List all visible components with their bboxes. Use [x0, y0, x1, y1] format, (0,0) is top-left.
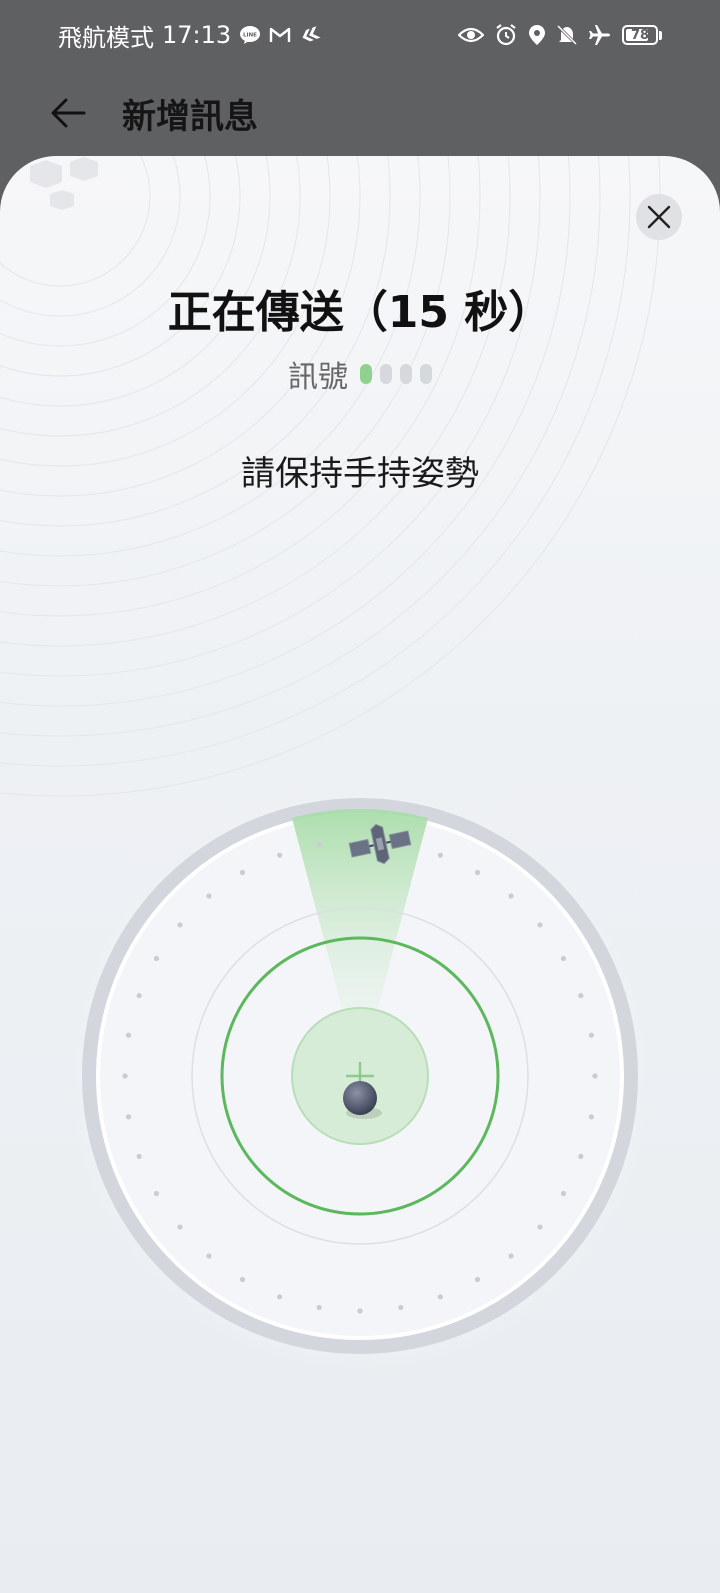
background-pattern — [0, 156, 661, 797]
radar-tick-dot — [578, 993, 584, 999]
back-arrow-icon — [51, 98, 86, 128]
radar-tick-dot — [177, 922, 183, 928]
bell-off-icon — [556, 24, 578, 46]
radar-tick-dot — [560, 1190, 567, 1197]
app-bar: 新增訊息 — [0, 70, 720, 156]
radar-tick-dot — [357, 1308, 363, 1314]
close-button[interactable] — [636, 194, 682, 240]
radar-tick-dot — [537, 922, 543, 928]
radar-tick-dot — [398, 1304, 404, 1311]
radar-tick-dot — [206, 893, 212, 899]
radar-tick-dot — [122, 1073, 128, 1079]
gmail-icon — [269, 26, 291, 44]
radar-tick-dot — [206, 1253, 212, 1259]
svg-text:LINE: LINE — [243, 33, 257, 39]
signal-indicator: 訊號 — [0, 352, 720, 396]
radar-tick-dot — [153, 955, 160, 962]
signal-label: 訊號 — [288, 360, 348, 395]
signal-bar — [420, 364, 432, 384]
alarm-icon — [494, 23, 518, 47]
radar-tick-dot — [474, 869, 481, 876]
radar-tick-dot — [277, 1294, 283, 1300]
signal-bar — [360, 364, 372, 384]
radar-tick-dot — [239, 1276, 246, 1283]
radar-graphic — [60, 776, 660, 1376]
radar-tick-dot — [239, 869, 246, 876]
airplane-mode-label: 飛航模式 — [58, 23, 154, 52]
hold-posture-hint: 請保持手持姿勢 — [241, 454, 479, 494]
status-bar: 飛航模式 17:13 LINE 78 — [0, 0, 720, 70]
radar-tick-dot — [537, 1224, 543, 1230]
sending-sheet: 正在傳送（15 秒） 訊號 請保持手持姿勢 — [0, 156, 720, 1593]
satellite-radar — [60, 776, 660, 1376]
radar-tick-dot — [474, 1276, 481, 1283]
radar-tick-dot — [437, 852, 443, 858]
status-right: 78 — [458, 23, 662, 47]
radar-tick-dot — [508, 893, 514, 899]
radar-tick-dot — [125, 1114, 132, 1120]
app-icon — [299, 26, 321, 44]
battery-body: 78 — [622, 25, 658, 45]
sending-heading: 正在傳送（15 秒） — [167, 287, 553, 338]
radar-tick-dot — [177, 1224, 183, 1230]
signal-bar — [400, 364, 412, 384]
radar-tick-dot — [136, 1153, 142, 1159]
back-button[interactable] — [44, 89, 92, 137]
line-icon: LINE — [239, 25, 261, 45]
battery-icon: 78 — [622, 25, 662, 45]
close-icon — [647, 205, 671, 229]
radar-tick-dot — [437, 1294, 443, 1300]
radar-tick-dot — [588, 1032, 595, 1038]
signal-bar — [380, 364, 392, 384]
radar-tick-dot — [316, 841, 322, 848]
radar-tick-dot — [316, 1304, 322, 1311]
radar-tick-dot — [125, 1032, 132, 1038]
battery-cap — [659, 30, 662, 40]
radar-tick-dot — [153, 1190, 160, 1197]
radar-tick-dot — [592, 1073, 598, 1079]
airplane-icon — [588, 24, 612, 46]
radar-tick-dot — [578, 1153, 584, 1159]
radar-tick-dot — [508, 1253, 514, 1259]
status-left: 飛航模式 17:13 LINE — [58, 18, 321, 53]
radar-tick-dot — [136, 993, 142, 999]
page-title: 新增訊息 — [122, 96, 258, 137]
battery-level: 78 — [630, 27, 650, 43]
radar-tick-dot — [560, 955, 567, 962]
clock: 17:13 — [162, 21, 232, 49]
radar-tick-dot — [588, 1114, 595, 1120]
eye-icon — [458, 26, 484, 44]
radar-tick-dot — [277, 852, 283, 858]
location-icon — [528, 24, 546, 46]
